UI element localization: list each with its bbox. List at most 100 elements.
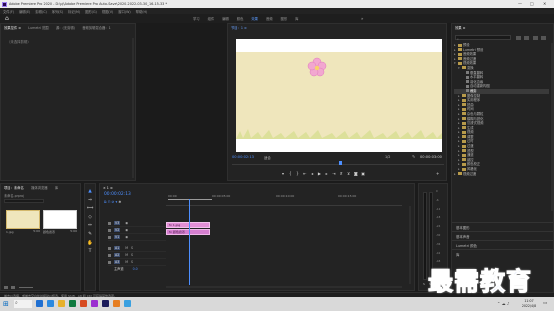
workspace-tab[interactable]: 编辑 [222,16,229,21]
timeline-clip-v2[interactable]: fx 1.jpg [166,222,210,228]
solo-left-button[interactable]: S [423,282,425,286]
yuv-effects-icon[interactable] [532,36,538,40]
panel-section-tab[interactable]: 库 [452,249,553,258]
workspace-more-button[interactable]: » [361,16,363,21]
tab-project[interactable]: 项目：未命名 [4,185,24,190]
type-tool-icon[interactable]: T [85,248,95,257]
fit-dropdown[interactable]: 适合 [264,155,271,160]
file-explorer-icon[interactable] [58,300,65,307]
track-header-v3[interactable]: V3 ◉ [108,220,166,227]
step-back-icon[interactable]: ◂ [309,171,315,176]
maximize-button[interactable]: □ [530,1,534,6]
mute-button[interactable]: M [125,260,128,264]
track-select-tool-icon[interactable]: ⇒ [85,197,95,206]
quality-dropdown[interactable]: 1/2 [385,155,390,159]
close-button[interactable]: ✕ [543,1,546,6]
effect-controls-scrollbar[interactable] [132,38,134,178]
tab-sequence[interactable]: × 1 ≡ [103,186,113,190]
lock-icon[interactable] [108,260,111,264]
workspace-tab[interactable]: 图形 [281,16,288,21]
export-frame-icon[interactable]: ◙ [353,171,359,176]
tab-audio-clip-mixer[interactable]: 音频剪辑混合器：1 [82,25,110,30]
lock-icon[interactable] [108,253,111,257]
eye-icon[interactable]: ◉ [125,221,128,225]
zoom-slider[interactable] [18,286,33,288]
browser-icon[interactable] [113,300,120,307]
workspace-tab[interactable]: 音频 [266,16,273,21]
go-to-out-icon[interactable]: ⇥ [331,171,337,176]
effects-scrollbar[interactable] [551,43,553,211]
timeline-clip-v1[interactable]: fx 颜色遮罩 [166,229,210,235]
new-bin-icon[interactable] [540,36,546,40]
tray-icons[interactable]: ⌃ ☁ ♪ [497,301,509,306]
add-marker-icon[interactable]: ▾ [280,171,286,176]
workspace-tab[interactable]: 学习 [193,16,200,21]
workspace-tab[interactable]: 组件 [208,16,215,21]
eye-icon[interactable]: ◉ [125,235,128,239]
effects-tree-item[interactable]: ▸ 视频过渡 [454,172,549,177]
lock-icon[interactable] [108,228,111,232]
list-view-icon[interactable] [4,285,8,289]
solo-button[interactable]: S [131,260,133,264]
premiere-taskbar-icon[interactable] [91,300,98,307]
mute-button[interactable]: M [125,253,128,257]
go-to-in-icon[interactable]: ⇤ [302,171,308,176]
track-header-a1[interactable]: A1 M S [108,245,166,252]
minimize-button[interactable]: — [518,1,522,6]
solo-button[interactable]: S [131,253,133,257]
lock-icon[interactable] [108,246,111,250]
mark-in-icon[interactable]: { [287,171,293,176]
tab-effect-controls[interactable]: 效果控件 ≡ [4,25,21,30]
lift-icon[interactable]: ⊼ [338,171,344,176]
tab-media-browser[interactable]: 媒体浏览器 [31,185,47,190]
program-timecode[interactable]: 00:00:02:13 [232,155,254,159]
task-view-icon[interactable] [36,300,43,307]
play-icon[interactable]: ▶ [316,171,322,176]
extract-icon[interactable]: ⊻ [346,171,352,176]
notification-icon[interactable]: ▭ [543,301,547,306]
workspace-tab[interactable]: 效果 [251,16,258,21]
nest-icon[interactable]: ⧉ [104,200,107,204]
workspace-tab[interactable]: 库 [295,16,298,21]
mail-icon[interactable] [124,300,131,307]
master-track-header[interactable]: 主声道 0.0 [108,266,166,273]
tab-program-monitor[interactable]: 节目：1 ≡ [231,25,247,30]
taskbar-search[interactable]: ⌕ [14,300,32,308]
timeline-playhead[interactable] [189,199,190,285]
tab-source[interactable]: 源：(无剪辑) [56,25,75,30]
app-icon[interactable] [102,300,109,307]
edge-icon[interactable] [47,300,54,307]
mute-button[interactable]: M [125,246,128,250]
track-header-v1[interactable]: V1 ◉ [108,234,166,241]
linked-selection-icon[interactable]: ⊘ [111,200,114,204]
program-scrubber[interactable] [232,164,444,165]
razor-tool-icon[interactable]: ◇ [85,214,95,223]
wrench-icon[interactable]: ✎ [412,154,415,159]
timeline-scrollbar[interactable] [166,286,402,288]
time-ruler[interactable]: 00:00 00:00:05:00 00:00:10:00 00:00:15:0… [166,193,402,206]
panel-section-tab[interactable]: 基本图形 [452,222,553,231]
start-button[interactable]: ⊞ [3,300,9,308]
clock-date[interactable]: 2022/4/8 [518,304,540,309]
project-item[interactable]: 颜色遮罩 5:00 [43,210,77,238]
track-scrollbar[interactable] [409,206,411,284]
track-header-a2[interactable]: A2 M S [108,252,166,259]
powerpoint-icon[interactable] [80,300,87,307]
home-icon[interactable]: ⌂ [5,15,9,22]
effects-search-field[interactable]: ⌕ [455,35,511,41]
master-value[interactable]: 0.0 [133,267,138,271]
track-header-a3[interactable]: A3 M S [108,259,166,266]
pen-tool-icon[interactable]: ✎ [85,231,95,240]
timeline-timecode[interactable]: 00:00:02:13 [104,192,131,197]
excel-icon[interactable] [69,300,76,307]
comparison-view-icon[interactable]: ▣ [360,171,366,176]
workspace-tab[interactable]: 颜色 [237,16,244,21]
snap-icon[interactable]: ⊓ [108,200,111,204]
track-header-v2[interactable]: V2 ◉ [108,227,166,234]
selection-tool-icon[interactable]: ▲ [85,188,95,197]
solo-button[interactable]: S [131,246,133,250]
timeline-settings-icon[interactable]: ✱ [118,200,121,204]
panel-section-tab[interactable]: Lumetri 颜色 [452,240,553,249]
mark-out-icon[interactable]: } [295,171,301,176]
add-button-icon[interactable]: + [436,171,439,176]
